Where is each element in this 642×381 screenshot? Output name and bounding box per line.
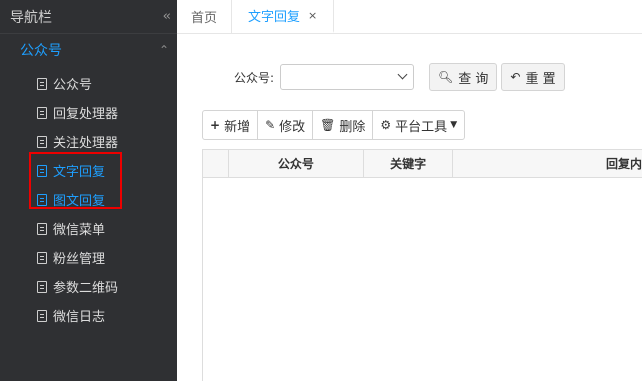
sidebar-group-gongzhonghao[interactable]: 公众号 ⌃ xyxy=(0,34,177,66)
sidebar-title: 导航栏 xyxy=(10,9,52,26)
delete-button[interactable]: 🗑︎ 删除 xyxy=(313,111,374,139)
tab-home[interactable]: 首页 xyxy=(177,0,233,33)
sidebar-item-wechat-menu[interactable]: 微信菜单 xyxy=(0,214,177,243)
edit-icon: ✎ xyxy=(265,118,276,132)
caret-down-icon: ▼ xyxy=(450,120,458,130)
reset-button-label: 重 置 xyxy=(525,71,556,87)
search-button-label: 查 询 xyxy=(458,71,489,87)
filter-bar: 公众号: 🔍︎ 查 询 ↶ 重 置 xyxy=(234,63,565,91)
sidebar-item-gongzhonghao[interactable]: 公众号 xyxy=(0,69,177,98)
column-header-keyword[interactable]: 关键字 xyxy=(364,150,454,177)
sidebar: 导航栏 ‹‹ 公众号 ⌃ 公众号 回复处理器 关注处理器 文字回复 图文回复 微… xyxy=(0,0,177,381)
tab-label: 文字回复 xyxy=(248,10,301,25)
delete-button-label: 删除 xyxy=(339,119,366,135)
sidebar-item-label: 公众号 xyxy=(53,78,93,93)
trash-icon: 🗑︎ xyxy=(320,118,336,132)
main-content: 公众号: 🔍︎ 查 询 ↶ 重 置 + 新增 ✎ 修改 🗑︎ 删除 ⚙ 平台工具 xyxy=(177,35,642,381)
column-header-select[interactable] xyxy=(203,150,229,177)
sidebar-item-wechat-log[interactable]: 微信日志 xyxy=(0,301,177,330)
collapse-sidebar-icon[interactable]: ‹‹ xyxy=(163,9,172,24)
document-icon xyxy=(37,280,47,293)
reset-button[interactable]: ↶ 重 置 xyxy=(501,63,565,91)
platform-tools-label: 平台工具 xyxy=(395,119,448,135)
document-icon xyxy=(37,77,47,90)
search-button[interactable]: 🔍︎ 查 询 xyxy=(429,63,498,91)
document-icon xyxy=(37,106,47,119)
edit-button[interactable]: ✎ 修改 xyxy=(258,111,314,139)
close-icon[interactable]: × xyxy=(308,9,317,22)
gear-icon: ⚙ xyxy=(380,118,392,132)
sidebar-item-fans[interactable]: 粉丝管理 xyxy=(0,243,177,272)
chevron-down-icon xyxy=(397,69,408,80)
tab-label: 首页 xyxy=(191,11,218,26)
tab-text-reply[interactable]: 文字回复 × xyxy=(232,0,335,33)
sidebar-item-label: 微信菜单 xyxy=(53,223,106,238)
add-button[interactable]: + 新增 xyxy=(203,111,259,139)
document-icon xyxy=(37,222,47,235)
sidebar-item-label: 微信日志 xyxy=(53,310,106,325)
platform-tools-dropdown[interactable]: ⚙ 平台工具 ▼ xyxy=(373,111,464,139)
data-table: 公众号 关键字 回复内 xyxy=(202,149,642,381)
search-icon: 🔍︎ xyxy=(438,70,454,84)
annotation-highlight-box xyxy=(29,152,122,209)
sidebar-item-qrcode[interactable]: 参数二维码 xyxy=(0,272,177,301)
sidebar-item-reply-handler[interactable]: 回复处理器 xyxy=(0,98,177,127)
sidebar-item-label: 粉丝管理 xyxy=(53,252,106,267)
sidebar-group-label: 公众号 xyxy=(20,43,62,59)
sidebar-item-label: 回复处理器 xyxy=(53,107,119,122)
column-header-account[interactable]: 公众号 xyxy=(229,150,364,177)
tab-bar: 首页 文字回复 × xyxy=(177,0,642,34)
action-toolbar: + 新增 ✎ 修改 🗑︎ 删除 ⚙ 平台工具 ▼ xyxy=(202,110,466,140)
account-select[interactable] xyxy=(280,64,415,90)
add-button-label: 新增 xyxy=(224,119,251,135)
double-chevron-up-icon: ⌃ xyxy=(158,43,169,57)
document-icon xyxy=(37,251,47,264)
table-header: 公众号 关键字 回复内 xyxy=(203,150,642,178)
undo-icon: ↶ xyxy=(510,70,521,84)
account-filter-label: 公众号: xyxy=(234,70,275,85)
column-header-reply-content[interactable]: 回复内 xyxy=(453,150,642,177)
sidebar-header: 导航栏 ‹‹ xyxy=(0,0,177,34)
document-icon xyxy=(37,309,47,322)
document-icon xyxy=(37,135,47,148)
sidebar-item-label: 参数二维码 xyxy=(53,281,119,296)
sidebar-item-label: 关注处理器 xyxy=(53,136,119,151)
edit-button-label: 修改 xyxy=(279,119,306,135)
plus-icon: + xyxy=(210,118,221,132)
